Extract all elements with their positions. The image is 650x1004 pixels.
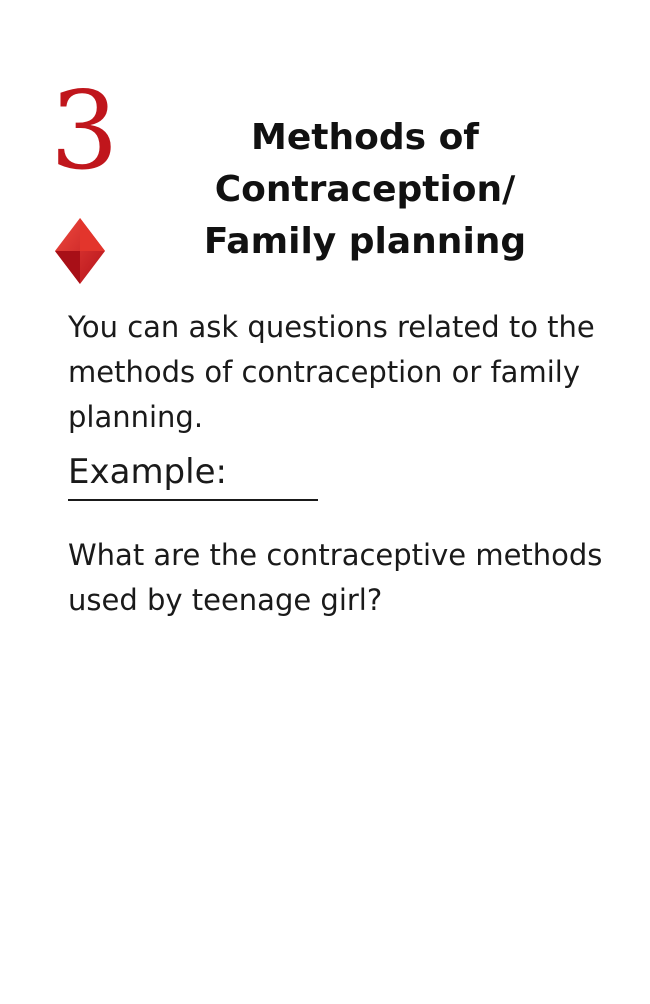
card-title: Methods of Contraception/ Family plannin… — [190, 112, 540, 268]
title-line: Methods of — [251, 117, 479, 158]
question-card: 3 Methods of Contraception/ Family plann… — [0, 0, 650, 1004]
card-description: You can ask questions related to the met… — [68, 310, 595, 434]
title-line: Family planning — [203, 221, 527, 262]
card-rank: 3 — [50, 69, 119, 194]
example-underline — [68, 499, 318, 501]
example-heading: Example: — [68, 452, 227, 492]
example-question: What are the contraceptive methods used … — [68, 538, 603, 617]
title-line: Contraception/ — [214, 169, 516, 210]
diamond-icon — [55, 218, 105, 284]
